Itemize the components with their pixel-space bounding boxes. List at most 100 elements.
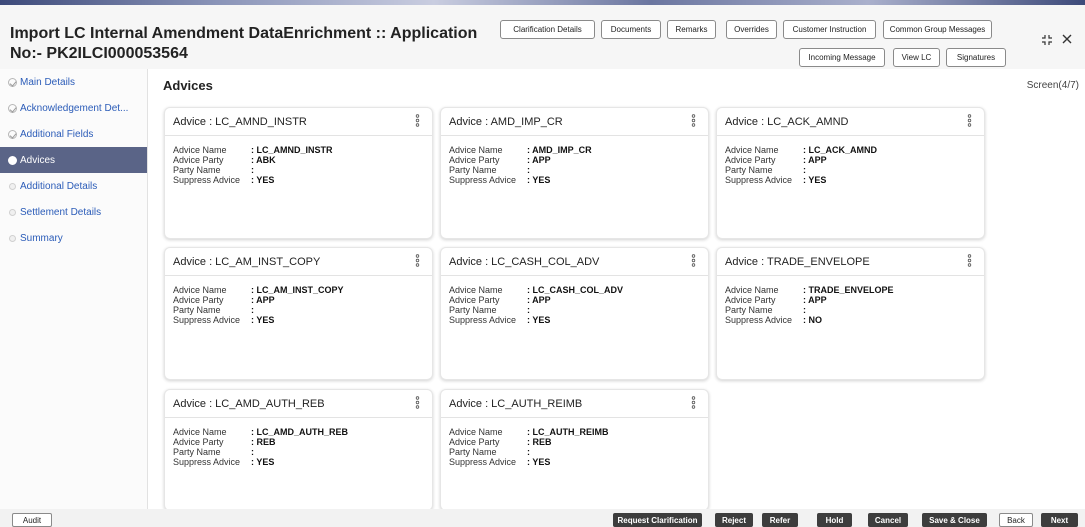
field-label: Advice Party	[449, 155, 500, 165]
advice-card-body: Advice Name: LC_ACK_AMND Advice Party: AP…	[717, 136, 984, 194]
field-label: Advice Name	[173, 427, 227, 437]
incoming-message-button[interactable]: Incoming Message	[799, 48, 885, 67]
advice-card: Advice : LC_ACK_AMND Advice Name: LC_ACK_…	[716, 107, 985, 239]
sidebar-item-label: Additional Details	[20, 180, 98, 192]
field-label: Advice Name	[173, 145, 227, 155]
pending-step-icon	[9, 208, 16, 216]
field-label: Advice Party	[173, 295, 224, 305]
kebab-menu-icon[interactable]	[967, 114, 972, 127]
field-value: : YES	[251, 175, 275, 185]
field-value: : APP	[527, 295, 551, 305]
sidebar-item-summary[interactable]: Summary	[0, 225, 147, 251]
cancel-button[interactable]: Cancel	[868, 513, 908, 527]
advice-field-row: Advice Party: APP	[725, 155, 976, 165]
field-value: :	[527, 305, 530, 315]
advice-field-row: Party Name:	[725, 305, 976, 315]
kebab-menu-icon[interactable]	[691, 114, 696, 127]
field-value: : YES	[803, 175, 827, 185]
audit-button[interactable]: Audit	[12, 513, 52, 527]
advice-field-row: Suppress Advice: YES	[173, 457, 424, 467]
save-close-button[interactable]: Save & Close	[922, 513, 987, 527]
advice-field-row: Suppress Advice: YES	[449, 315, 700, 325]
field-value: : YES	[251, 457, 275, 467]
page-title: Import LC Internal Amendment DataEnrichm…	[10, 25, 478, 62]
current-step-icon	[8, 155, 17, 165]
advice-card-title: Advice : AMD_IMP_CR	[449, 115, 563, 128]
field-label: Suppress Advice	[449, 175, 517, 185]
field-value: : LC_AUTH_REIMB	[527, 427, 609, 437]
kebab-menu-icon[interactable]	[967, 254, 972, 267]
sidebar-item-settlement-details[interactable]: Settlement Details	[0, 199, 147, 225]
sidebar-item-additional-fields[interactable]: Additional Fields	[0, 121, 147, 147]
sidebar-item-label: Main Details	[20, 76, 76, 88]
field-label: Party Name	[173, 447, 221, 457]
field-value: :	[251, 305, 254, 315]
advice-field-row: Advice Name: LC_AMD_AUTH_REB	[173, 427, 424, 437]
field-label: Suppress Advice	[449, 315, 517, 325]
advice-card-header: Advice : LC_AMND_INSTR	[165, 108, 432, 136]
advice-card-header: Advice : LC_CASH_COL_ADV	[441, 248, 708, 276]
documents-button[interactable]: Documents	[601, 20, 661, 39]
field-value: : YES	[527, 457, 551, 467]
advice-field-row: Advice Name : LC_AMND_INSTR	[173, 145, 424, 155]
advice-field-row: Advice Party: APP	[449, 295, 700, 305]
kebab-menu-icon[interactable]	[415, 396, 420, 409]
sidebar-item-acknowledgement-details[interactable]: Acknowledgement Det...	[0, 95, 147, 121]
kebab-menu-icon[interactable]	[415, 254, 420, 267]
field-label: Advice Name	[725, 145, 779, 155]
kebab-menu-icon[interactable]	[691, 254, 696, 267]
advice-card-title: Advice : LC_AM_INST_COPY	[173, 255, 321, 268]
request-clarification-button[interactable]: Request Clarification	[613, 513, 702, 527]
advice-card-body: Advice Name: LC_CASH_COL_ADV Advice Party…	[441, 276, 708, 334]
field-value: : LC_AMND_INSTR	[251, 145, 333, 155]
advice-card: Advice : LC_AMND_INSTR Advice Name : LC_AM…	[164, 107, 433, 239]
common-group-messages-button[interactable]: Common Group Messages	[883, 20, 992, 39]
advice-card: Advice : TRADE_ENVELOPE Advice Name: TRAD…	[716, 247, 985, 380]
field-value: : REB	[251, 437, 276, 447]
sidebar-item-main-details[interactable]: Main Details	[0, 69, 147, 95]
field-value: : APP	[527, 155, 551, 165]
field-label: Advice Party	[449, 437, 500, 447]
overrides-button[interactable]: Overrides	[726, 20, 777, 39]
header: Import LC Internal Amendment DataEnrichm…	[0, 5, 1085, 69]
back-button[interactable]: Back	[999, 513, 1033, 527]
advice-card-header: Advice : TRADE_ENVELOPE	[717, 248, 984, 276]
remarks-button[interactable]: Remarks	[667, 20, 716, 39]
customer-instruction-button[interactable]: Customer Instruction	[783, 20, 876, 39]
advice-field-row: Advice Name: LC_CASH_COL_ADV	[449, 285, 700, 295]
reject-button[interactable]: Reject	[715, 513, 753, 527]
advice-card-title: Advice : LC_ACK_AMND	[725, 115, 849, 128]
field-value: : NO	[803, 315, 822, 325]
advice-card-header: Advice : LC_AMD_AUTH_REB	[165, 390, 432, 418]
advice-field-row: Party Name:	[173, 165, 424, 175]
next-button[interactable]: Next	[1041, 513, 1078, 527]
section-title: Advices	[163, 78, 213, 93]
advice-field-row: Suppress Advice: YES	[449, 457, 700, 467]
field-value: : AMD_IMP_CR	[527, 145, 592, 155]
field-value: :	[251, 447, 254, 457]
signatures-button[interactable]: Signatures	[946, 48, 1006, 67]
advice-field-row: Suppress Advice: YES	[725, 175, 976, 185]
kebab-menu-icon[interactable]	[415, 114, 420, 127]
sidebar-item-advices[interactable]: Advices	[0, 147, 147, 173]
field-label: Party Name	[725, 305, 773, 315]
field-value: : APP	[251, 295, 275, 305]
sidebar-item-label: Acknowledgement Det...	[20, 102, 129, 114]
field-label: Advice Party	[173, 155, 224, 165]
sidebar-item-additional-details[interactable]: Additional Details	[0, 173, 147, 199]
advice-field-row: Suppress Advice: NO	[725, 315, 976, 325]
close-icon[interactable]	[1061, 32, 1073, 48]
field-value: : APP	[803, 295, 827, 305]
kebab-menu-icon[interactable]	[691, 396, 696, 409]
view-lc-button[interactable]: View LC	[893, 48, 940, 67]
field-value: :	[527, 165, 530, 175]
expand-icon[interactable]	[1041, 33, 1053, 49]
hold-button[interactable]: Hold	[817, 513, 852, 527]
refer-button[interactable]: Refer	[762, 513, 798, 527]
field-value: : REB	[527, 437, 552, 447]
advice-card-title: Advice : LC_CASH_COL_ADV	[449, 255, 600, 268]
advice-card-title: Advice : LC_AUTH_REIMB	[449, 397, 583, 410]
clarification-details-button[interactable]: Clarification Details	[500, 20, 595, 39]
advice-card-title: Advice : LC_AMD_AUTH_REB	[173, 397, 325, 410]
advice-field-row: Party Name:	[449, 165, 700, 175]
